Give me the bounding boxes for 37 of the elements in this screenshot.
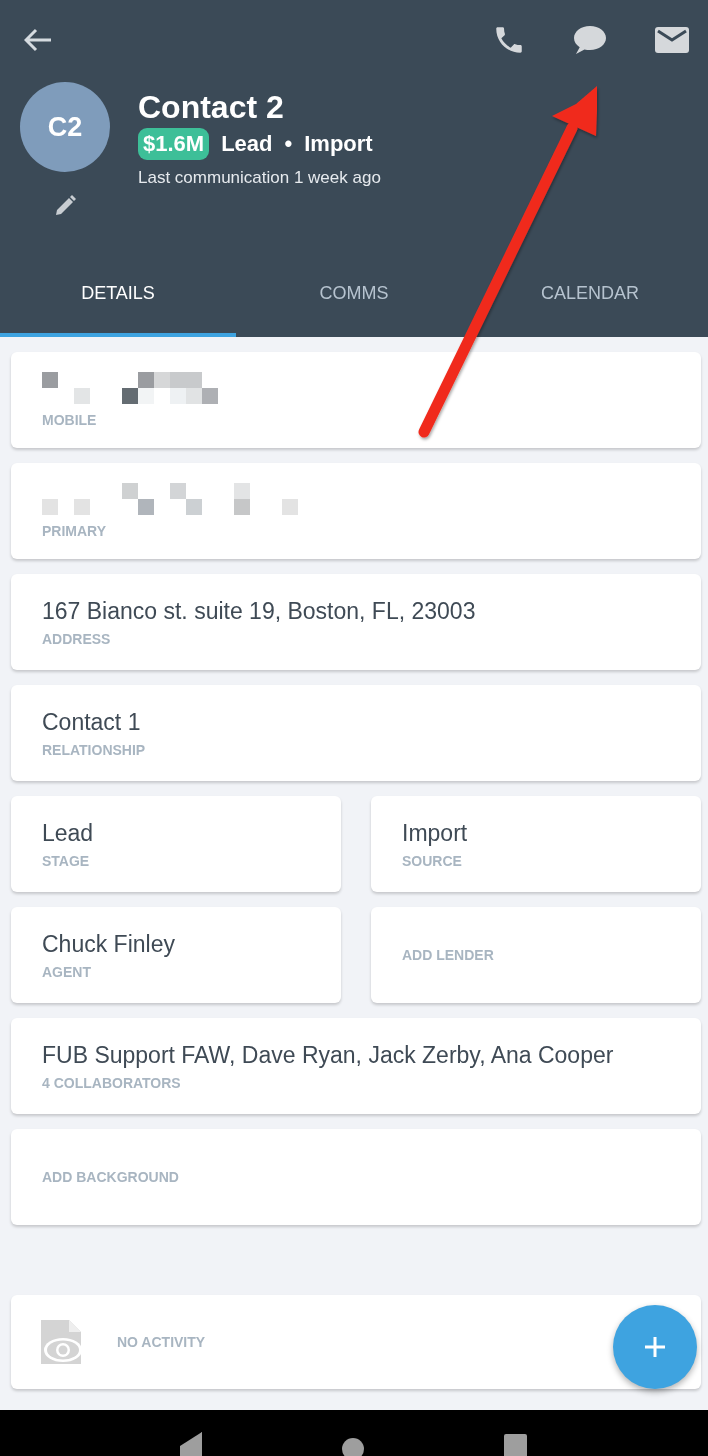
contact-name: Contact 2 xyxy=(138,88,285,127)
plus-icon xyxy=(643,1335,667,1359)
tab[interactable]: DETAILS xyxy=(0,267,236,337)
field-label: MOBILE xyxy=(42,412,98,428)
field-card[interactable]: Lead STAGE xyxy=(11,796,341,892)
back-icon[interactable] xyxy=(24,27,52,52)
stage-text: Lead xyxy=(221,131,273,158)
field-value: 167 Bianco st. suite 19, Boston, FL, 23003 xyxy=(42,597,477,625)
field-label: SOURCE xyxy=(402,853,463,869)
field-value: Contact 1 xyxy=(42,708,142,736)
field-label: 4 COLLABORATORS xyxy=(42,1075,182,1091)
source-text: Import xyxy=(304,131,373,158)
no-activity-text: NO ACTIVITY xyxy=(117,1334,206,1350)
field-card[interactable]: Import SOURCE xyxy=(371,796,701,892)
back-triangle-icon[interactable] xyxy=(179,1432,202,1456)
field-card[interactable]: Chuck Finley AGENT xyxy=(11,907,341,1003)
field-label: PRIMARY xyxy=(42,523,108,539)
document-eye-icon xyxy=(41,1320,83,1364)
field-card[interactable]: FUB Support FAW, Dave Ryan, Jack Zerby, Ana Cooper 4 COLLABORATORS xyxy=(11,1018,701,1114)
chat-bubble-icon[interactable] xyxy=(572,23,608,56)
field-value: FUB Support FAW, Dave Ryan, Jack Zerby, Ana Cooper xyxy=(42,1041,615,1069)
mail-icon[interactable] xyxy=(654,25,690,54)
field-label: ADDRESS xyxy=(42,631,112,647)
field-value: Import xyxy=(402,819,469,847)
price-badge: $1.6M xyxy=(138,128,210,161)
separator-dot: • xyxy=(284,131,293,158)
field-label: RELATIONSHIP xyxy=(42,742,147,758)
tab[interactable]: COMMS xyxy=(236,267,472,337)
field-label: STAGE xyxy=(42,853,91,869)
last-communication: Last communication 1 week ago xyxy=(138,168,381,189)
field-value: Lead xyxy=(42,819,95,847)
field-value: Chuck Finley xyxy=(42,930,176,958)
field-card[interactable]: Contact 1 RELATIONSHIP xyxy=(11,685,701,781)
avatar: C2 xyxy=(20,82,110,173)
field-label: AGENT xyxy=(42,964,92,980)
field-card[interactable]: 167 Bianco st. suite 19, Boston, FL, 23003 ADDRESS xyxy=(11,574,701,670)
tab[interactable]: CALENDAR xyxy=(472,267,708,337)
